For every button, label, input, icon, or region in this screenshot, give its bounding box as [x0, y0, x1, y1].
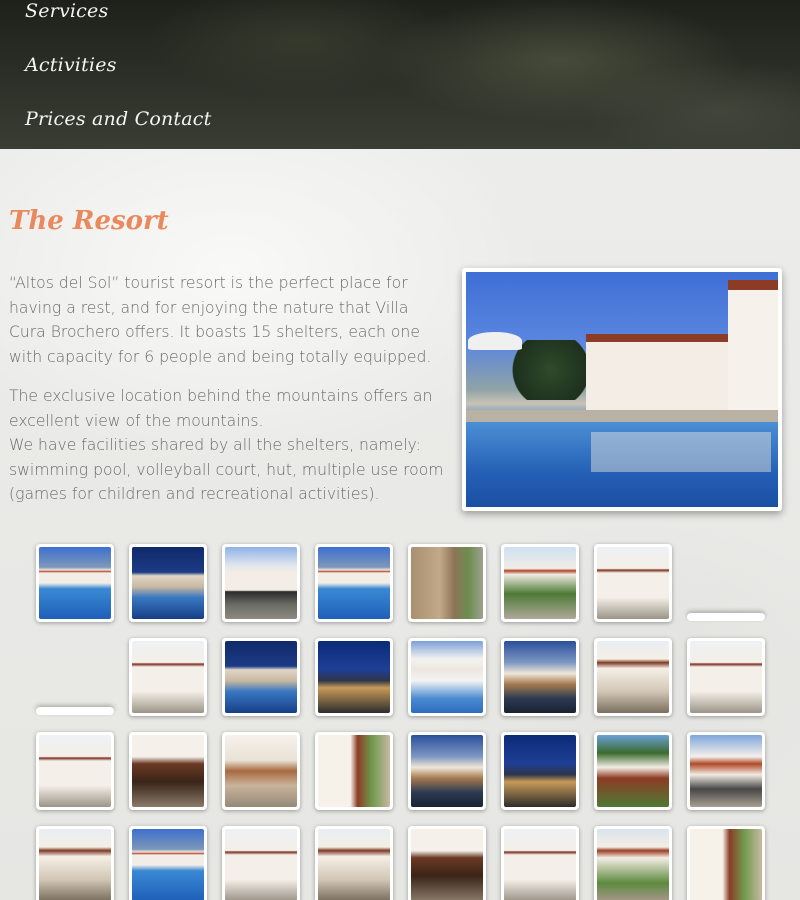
gallery-thumbnail[interactable]	[315, 544, 393, 622]
thumbnail-image	[690, 735, 762, 807]
gallery-thumbnail[interactable]	[36, 732, 114, 810]
thumbnail-image	[504, 547, 576, 619]
thumbnail-image	[411, 735, 483, 807]
nav-item-prices-contact[interactable]: Prices and Contact	[25, 108, 211, 130]
resort-facilities-text: We have facilities shared by all the she…	[9, 436, 444, 503]
gallery-thumbnail[interactable]	[501, 544, 579, 622]
section-title: The Resort	[9, 206, 169, 236]
gallery-thumbnail[interactable]	[501, 732, 579, 810]
main-content	[0, 149, 800, 900]
resort-location-text: The exclusive location behind the mounta…	[9, 387, 433, 430]
thumbnail-image	[39, 547, 111, 619]
resort-description: “Altos del Sol” tourist resort is the pe…	[9, 274, 432, 366]
thumbnail-image	[132, 547, 204, 619]
thumbnail-image	[597, 641, 669, 713]
gallery-thumbnail[interactable]	[36, 826, 114, 900]
thumbnail-image	[318, 641, 390, 713]
thumbnail-image	[411, 829, 483, 900]
gallery-thumbnail[interactable]	[315, 732, 393, 810]
gallery-thumbnail[interactable]	[129, 732, 207, 810]
gallery-thumbnail[interactable]	[594, 638, 672, 716]
thumbnail-image	[225, 547, 297, 619]
pool-building-image	[466, 272, 778, 507]
thumbnail-image	[504, 735, 576, 807]
gallery-thumbnail[interactable]	[408, 732, 486, 810]
gallery-thumbnail[interactable]	[687, 826, 765, 900]
thumbnail-image	[597, 829, 669, 900]
thumbnail-image	[504, 829, 576, 900]
gallery-thumbnail[interactable]	[129, 544, 207, 622]
thumbnail-image	[411, 641, 483, 713]
navigation-header: Services Activities Prices and Contact	[0, 0, 800, 149]
gallery-thumbnail[interactable]	[408, 826, 486, 900]
thumbnail-image	[225, 735, 297, 807]
gallery-thumbnail[interactable]	[222, 826, 300, 900]
gallery-thumbnail[interactable]	[129, 826, 207, 900]
hero-photo[interactable]	[462, 268, 782, 511]
thumbnail-image	[318, 735, 390, 807]
empty-thumbnail-slot	[36, 707, 114, 715]
thumbnail-image	[132, 829, 204, 900]
thumbnail-image	[504, 641, 576, 713]
gallery-thumbnail[interactable]	[687, 638, 765, 716]
resort-facilities: The exclusive location behind the mounta…	[9, 384, 449, 507]
gallery-thumbnail[interactable]	[594, 544, 672, 622]
thumbnail-image	[225, 641, 297, 713]
gallery-thumbnail[interactable]	[501, 826, 579, 900]
thumbnail-image	[39, 735, 111, 807]
gallery-thumbnail[interactable]	[501, 638, 579, 716]
thumbnail-image	[411, 547, 483, 619]
gallery-thumbnail[interactable]	[594, 732, 672, 810]
thumbnail-image	[318, 547, 390, 619]
gallery-thumbnail[interactable]	[408, 638, 486, 716]
thumbnail-image	[597, 547, 669, 619]
gallery-thumbnail[interactable]	[408, 544, 486, 622]
thumbnail-image	[225, 829, 297, 900]
gallery-thumbnail[interactable]	[222, 732, 300, 810]
thumbnail-image	[318, 829, 390, 900]
gallery-thumbnail[interactable]	[222, 544, 300, 622]
gallery-thumbnail[interactable]	[129, 638, 207, 716]
gallery-thumbnail[interactable]	[594, 826, 672, 900]
empty-thumbnail-slot	[687, 613, 765, 621]
gallery-thumbnail[interactable]	[36, 544, 114, 622]
thumbnail-image	[39, 829, 111, 900]
thumbnail-image	[690, 829, 762, 900]
gallery-thumbnail[interactable]	[222, 638, 300, 716]
gallery-thumbnail[interactable]	[315, 638, 393, 716]
gallery-thumbnail[interactable]	[315, 826, 393, 900]
thumbnail-image	[690, 641, 762, 713]
thumbnail-image	[597, 735, 669, 807]
thumbnail-image	[132, 641, 204, 713]
gallery-thumbnail[interactable]	[687, 732, 765, 810]
thumbnail-image	[132, 735, 204, 807]
nav-item-services[interactable]: Services	[25, 0, 108, 22]
nav-item-activities[interactable]: Activities	[25, 54, 117, 76]
